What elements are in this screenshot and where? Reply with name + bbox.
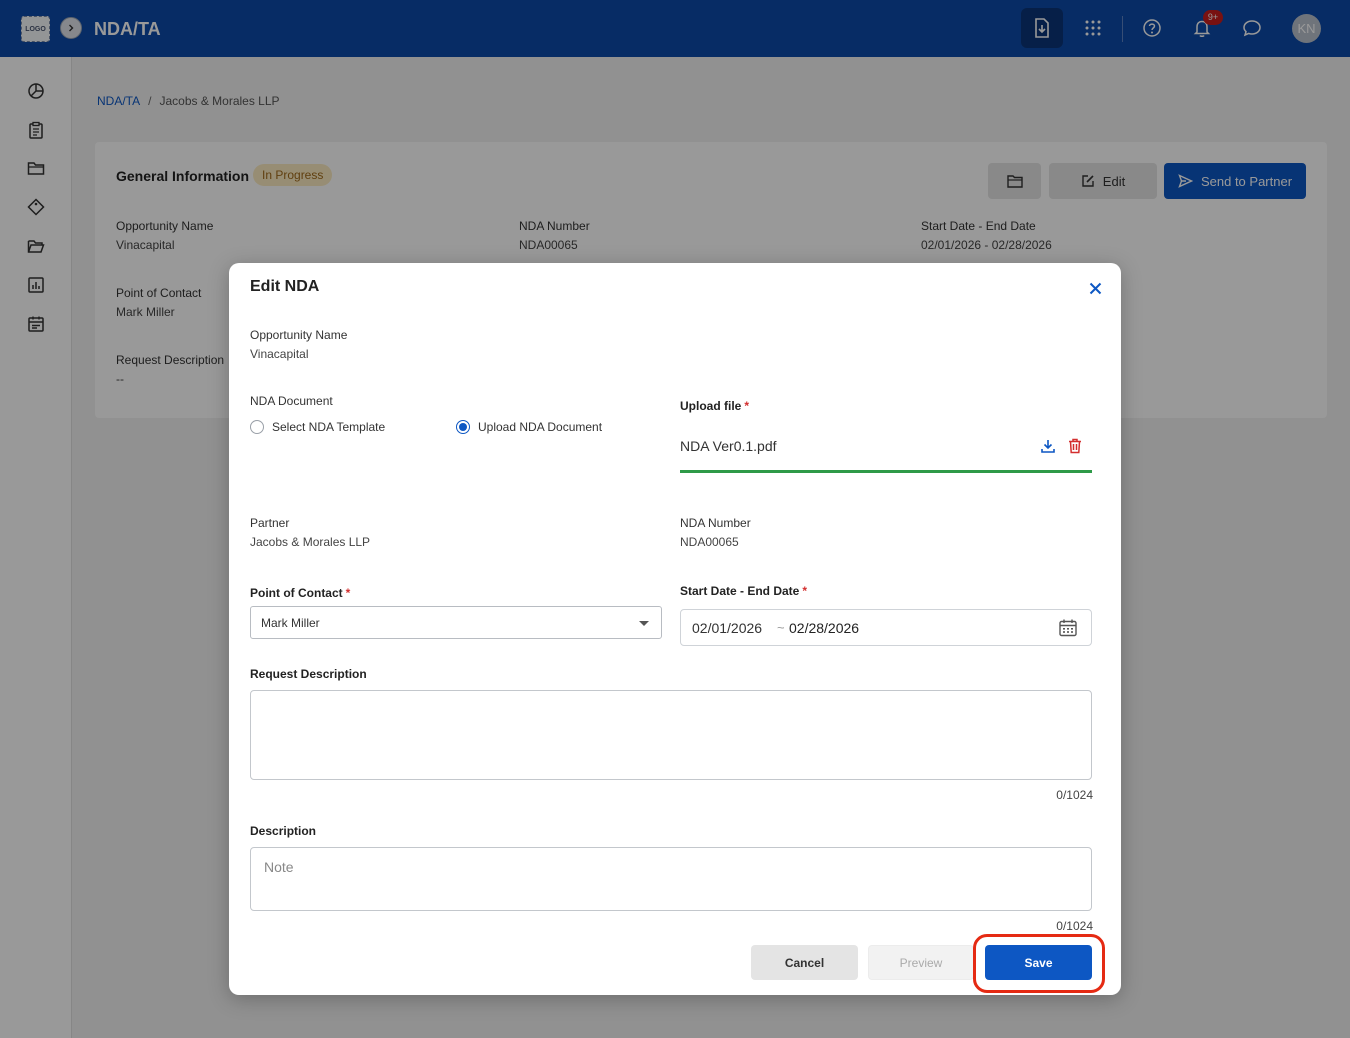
save-button-highlight: [973, 934, 1105, 993]
radio-unchecked-icon: [250, 420, 264, 434]
radio-upload-document-label: Upload NDA Document: [478, 420, 603, 434]
opportunity-name-value: Vinacapital: [250, 347, 309, 361]
required-mark: *: [802, 584, 808, 598]
nda-document-label: NDA Document: [250, 394, 333, 408]
required-mark: *: [345, 586, 351, 600]
date-separator: ~: [777, 620, 785, 635]
nda-number-label: NDA Number: [680, 516, 751, 530]
description-textarea[interactable]: Note: [250, 847, 1092, 911]
point-of-contact-select[interactable]: Mark Miller: [250, 606, 662, 639]
calendar-icon[interactable]: [1058, 618, 1078, 638]
preview-button[interactable]: Preview: [868, 945, 974, 980]
opportunity-name-label: Opportunity Name: [250, 328, 348, 342]
partner-label: Partner: [250, 516, 290, 530]
request-description-textarea[interactable]: [250, 690, 1092, 780]
end-date-input[interactable]: 02/28/2026: [789, 620, 859, 636]
start-date-input[interactable]: 02/01/2026: [692, 620, 762, 636]
radio-select-template-label: Select NDA Template: [272, 420, 386, 434]
radio-select-template[interactable]: Select NDA Template: [250, 420, 385, 434]
nda-number-value: NDA00065: [680, 535, 739, 549]
download-icon: [1041, 440, 1055, 453]
description-label: Description: [250, 824, 317, 838]
modal-title: Edit NDA: [250, 278, 320, 295]
edit-nda-modal: Edit NDA Opportunity Name Vinacapital ND…: [229, 263, 1121, 995]
upload-file-label: Upload file *: [680, 399, 750, 413]
trash-icon: [1069, 438, 1081, 454]
download-file-button[interactable]: [1039, 437, 1057, 455]
radio-checked-icon: [456, 420, 470, 434]
radio-upload-document[interactable]: Upload NDA Document: [456, 420, 602, 434]
file-name: NDA Ver0.1.pdf: [680, 438, 777, 454]
partner-value: Jacobs & Morales LLP: [250, 535, 371, 549]
date-range-picker[interactable]: 02/01/2026 ~ 02/28/2026: [680, 609, 1092, 646]
delete-file-button[interactable]: [1066, 437, 1084, 455]
close-icon: [1089, 282, 1101, 294]
point-of-contact-label: Point of Contact *: [250, 586, 351, 600]
cancel-button[interactable]: Cancel: [751, 945, 858, 980]
description-counter: 0/1024: [1056, 919, 1093, 933]
request-description-label: Request Description: [250, 667, 367, 681]
date-range-label: Start Date - End Date *: [680, 584, 808, 598]
point-of-contact-selected: Mark Miller: [261, 616, 320, 630]
request-description-counter: 0/1024: [1056, 788, 1093, 802]
uploaded-file: NDA Ver0.1.pdf: [680, 433, 1092, 473]
caret-down-icon: [639, 621, 649, 626]
required-mark: *: [744, 399, 750, 413]
description-placeholder: Note: [264, 859, 294, 875]
close-button[interactable]: [1085, 278, 1105, 298]
